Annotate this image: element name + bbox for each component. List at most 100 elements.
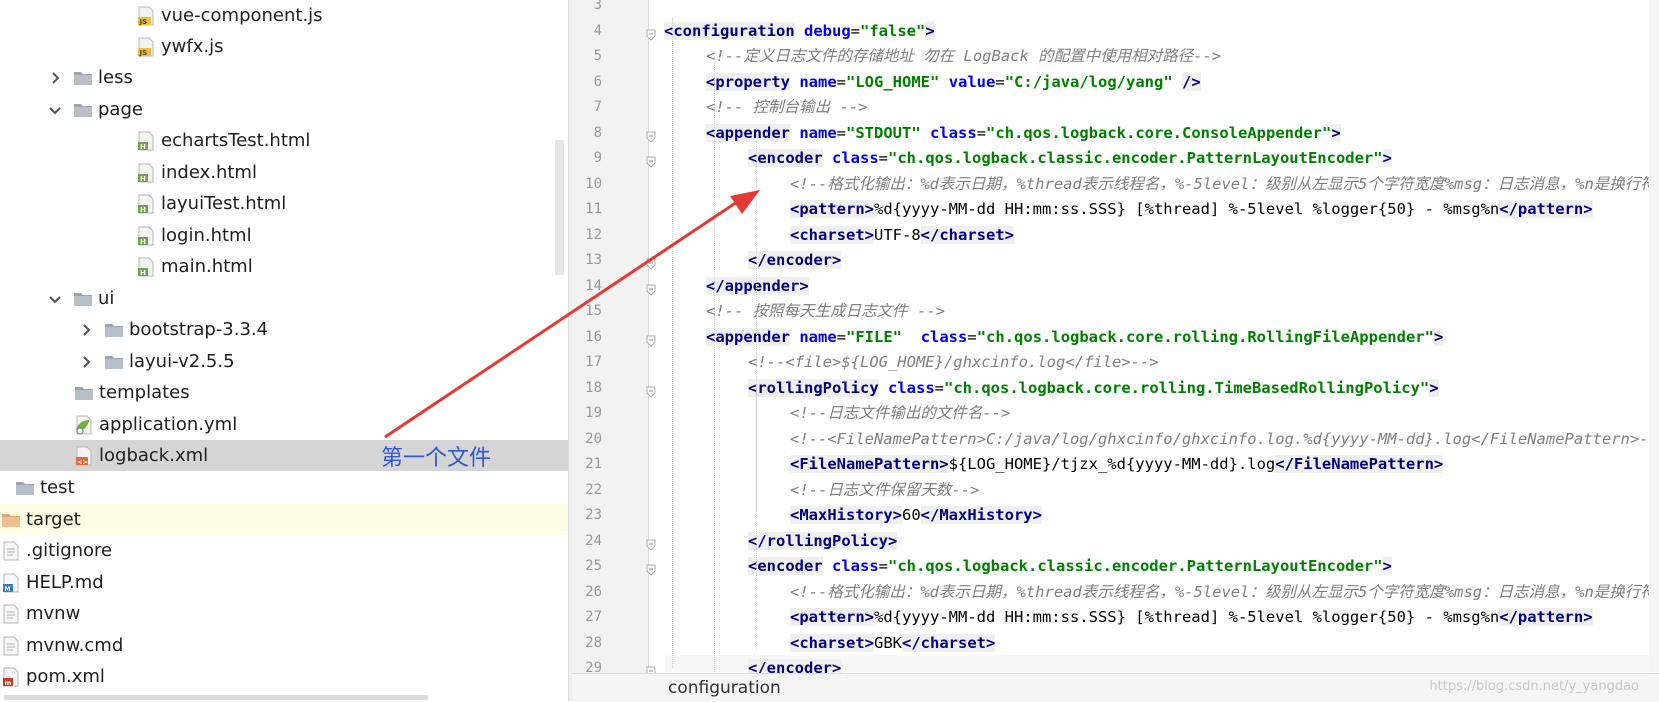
folder-icon <box>73 382 95 404</box>
code-line[interactable]: <pattern>%d{yyyy-MM-dd HH:mm:ss.SSS} [%t… <box>790 605 1593 631</box>
tree-item-layuitest-html[interactable]: HlayuiTest.html <box>0 188 568 219</box>
code-line[interactable]: <property name="LOG_HOME" value="C:/java… <box>706 70 1201 96</box>
tree-item-label: login.html <box>161 224 252 246</box>
tree-item-main-html[interactable]: Hmain.html <box>0 251 568 282</box>
code-line[interactable]: <!--<FileNamePattern>C:/java/log/ghxcinf… <box>790 427 1659 453</box>
fold-marker-icon[interactable] <box>646 153 656 168</box>
tree-item-label: .gitignore <box>26 539 113 561</box>
fold-marker-icon[interactable] <box>646 26 656 41</box>
chevron-down-icon[interactable] <box>44 288 66 310</box>
code-line[interactable]: <!-- 控制台输出 --> <box>706 95 868 121</box>
tree-item-target[interactable]: target <box>0 504 568 535</box>
code-area[interactable]: <configuration debug="false"> <!--定义日志文件的… <box>664 0 1659 673</box>
chevron-right-icon[interactable] <box>75 351 97 373</box>
line-number: 3 <box>593 0 602 13</box>
xml-tag: </encoder> <box>748 659 842 673</box>
tree-item-page[interactable]: page <box>0 94 568 125</box>
code-line[interactable]: <charset>UTF-8</charset> <box>790 223 1014 249</box>
code-text: = <box>836 327 847 346</box>
tree-item-pom-xml[interactable]: m pom.xml <box>0 661 568 692</box>
code-line[interactable]: <!--<file>${LOG_HOME}/ghxcinfo.log</file… <box>748 350 1159 376</box>
code-line[interactable]: <appender name="STDOUT" class="ch.qos.lo… <box>706 121 1341 147</box>
code-line[interactable]: </encoder> <box>748 248 842 274</box>
code-line[interactable]: <encoder class="ch.qos.logback.classic.e… <box>748 146 1392 172</box>
tree-item-ywfx-js[interactable]: JS ywfx.js <box>0 31 568 62</box>
code-line[interactable]: <!-- 按照每天生成日志文件 --> <box>706 299 945 325</box>
code-line[interactable]: <FileNamePattern>${LOG_HOME}/tjzx_%d{yyy… <box>790 452 1444 478</box>
tree-item--gitignore[interactable]: .gitignore <box>0 535 568 566</box>
xml-tag: > <box>1433 327 1444 346</box>
js-file-icon: JS <box>135 5 157 27</box>
xml-tag: </encoder> <box>748 251 842 269</box>
tree-item-templates[interactable]: templates <box>0 377 568 408</box>
code-line[interactable]: <configuration debug="false"> <box>664 19 935 45</box>
svg-text:JS: JS <box>139 49 148 57</box>
tree-item-layui-v2-5-5[interactable]: layui-v2.5.5 <box>0 346 568 377</box>
code-text: = <box>878 149 889 167</box>
tree-item-label: pom.xml <box>26 665 105 687</box>
svg-text:m: m <box>5 679 12 687</box>
tree-item-label: page <box>98 98 143 120</box>
code-line[interactable]: <!--日志文件保留天数--> <box>790 478 979 504</box>
tree-item-echartstest-html[interactable]: HechartsTest.html <box>0 125 568 156</box>
chevron-right-icon[interactable] <box>75 319 97 341</box>
tree-scrollbar[interactable] <box>555 140 564 275</box>
tree-item-application-yml[interactable]: application.yml <box>0 409 568 440</box>
tree-item-index-html[interactable]: Hindex.html <box>0 157 568 188</box>
line-number: 22 <box>585 481 602 498</box>
code-line[interactable]: </encoder> <box>748 656 842 673</box>
code-line[interactable]: <MaxHistory>60</MaxHistory> <box>790 503 1042 529</box>
line-number: 13 <box>585 252 602 268</box>
tree-item-less[interactable]: less <box>0 62 568 93</box>
breadcrumb[interactable]: configuration <box>668 678 781 698</box>
chevron-down-icon[interactable] <box>44 99 66 121</box>
fold-marker-icon[interactable] <box>646 281 656 296</box>
xml-tag: > <box>1331 123 1341 142</box>
code-line[interactable]: <charset>GBK</charset> <box>790 631 996 657</box>
tree-item-help-md[interactable]: M HELP.md <box>0 567 568 598</box>
code-line[interactable]: <!--定义日志文件的存储地址 勿在 LogBack 的配置中使用相对路径--> <box>706 44 1221 70</box>
editor-scrollbar[interactable] <box>1649 0 1659 673</box>
tree-item-test[interactable]: test <box>0 472 568 503</box>
tree-item-mvnw-cmd[interactable]: mvnw.cmd <box>0 630 568 661</box>
code-line[interactable]: </rollingPolicy> <box>748 529 898 555</box>
tree-item-vue-component-js[interactable]: JS vue-component.js <box>0 0 568 31</box>
xml-tag: <appender <box>706 123 790 142</box>
code-line[interactable]: <encoder class="ch.qos.logback.classic.e… <box>748 554 1392 580</box>
tree-item-label: bootstrap-3.3.4 <box>129 318 269 340</box>
svg-text:H: H <box>140 206 146 214</box>
code-line[interactable]: <!--日志文件输出的文件名--> <box>790 401 1010 427</box>
fold-marker-icon[interactable] <box>646 383 656 398</box>
code-text: %d{yyyy-MM-dd HH:mm:ss.SSS} [%thread] %-… <box>874 200 1500 218</box>
fold-marker-icon[interactable] <box>646 128 656 143</box>
tree-item-label: layui-v2.5.5 <box>129 350 235 372</box>
code-line[interactable]: <!--格式化输出：%d表示日期，%thread表示线程名，%-5level：级… <box>790 580 1659 606</box>
folder-icon <box>72 99 94 121</box>
fold-marker-icon[interactable] <box>646 663 656 673</box>
code-line[interactable]: <pattern>%d{yyyy-MM-dd HH:mm:ss.SSS} [%t… <box>790 197 1593 223</box>
project-tree: JS vue-component.js JS ywfx.js less page Hecha… <box>0 0 568 701</box>
line-number: 16 <box>585 328 602 345</box>
fold-marker-icon[interactable] <box>646 255 656 270</box>
xml-tag: <charset> <box>790 225 874 244</box>
code-editor[interactable]: 3 4 5 6 7 8 9 10 11 12 13 14 15 16 17 18 19 20 21 22 23 24 25 2… <box>572 0 1659 673</box>
tree-item-login-html[interactable]: Hlogin.html <box>0 220 568 251</box>
code-text: = <box>878 557 889 575</box>
xml-value: "ch.qos.logback.classic.encoder.PatternL… <box>888 557 1383 575</box>
code-text: = <box>836 72 847 91</box>
code-line[interactable]: <appender name="FILE" class="ch.qos.logb… <box>706 325 1444 351</box>
tree-horizontal-scrollbar[interactable] <box>4 695 428 700</box>
code-line[interactable]: <!--格式化输出：%d表示日期，%thread表示线程名，%-5level：级… <box>790 172 1659 198</box>
svg-text:H: H <box>140 143 146 151</box>
code-line[interactable]: </appender> <box>706 274 809 300</box>
fold-marker-icon[interactable] <box>646 536 656 551</box>
code-line[interactable]: <rollingPolicy class="ch.qos.logback.cor… <box>748 376 1439 402</box>
tree-item-bootstrap-3-3-4[interactable]: bootstrap-3.3.4 <box>0 314 568 345</box>
fold-marker-icon[interactable] <box>646 332 656 347</box>
xml-comment: <!--<FileNamePattern>C:/java/log/ghxcinf… <box>790 429 1659 448</box>
tree-item-mvnw[interactable]: mvnw <box>0 598 568 629</box>
chevron-right-icon[interactable] <box>44 67 66 89</box>
tree-item-ui[interactable]: ui <box>0 283 568 314</box>
fold-marker-icon[interactable] <box>646 561 656 576</box>
